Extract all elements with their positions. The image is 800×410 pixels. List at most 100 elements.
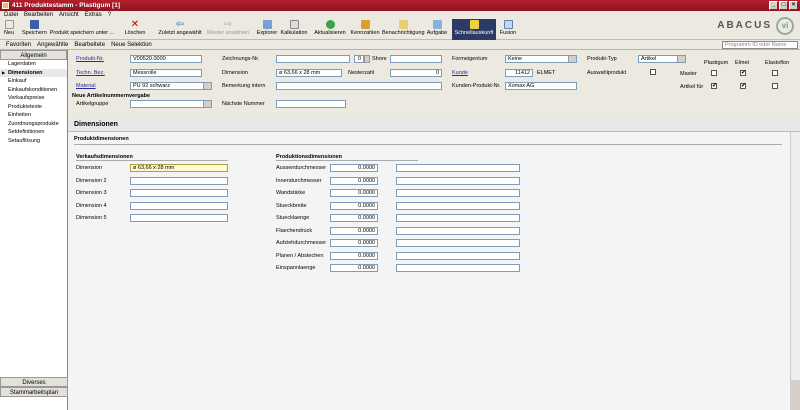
save-button[interactable]: Speichern — [22, 19, 47, 40]
sidebar-item[interactable]: Lagerdaten — [0, 60, 67, 69]
merge-button[interactable]: Fusion — [498, 19, 518, 40]
produktion-row-comment[interactable] — [396, 201, 520, 210]
new-button[interactable]: Neu — [2, 19, 16, 40]
produktion-row-value[interactable]: 0.0000 — [330, 226, 378, 235]
matrix-checkbox[interactable] — [711, 70, 717, 76]
dimension-field[interactable]: ø 63,66 x 28 mm — [276, 69, 342, 77]
matrix-checkbox[interactable]: ✔ — [740, 70, 746, 76]
sidebar-item[interactable]: Zuordnungsprodukte — [0, 120, 67, 129]
produktdimensionen-heading: Produktdimensionen — [74, 136, 782, 145]
matrix-checkbox[interactable] — [772, 70, 778, 76]
produkt-nr-field[interactable]: V00520.0000 — [130, 55, 202, 63]
kpi-button[interactable]: Kennzahlen — [350, 19, 380, 40]
save-as-button[interactable]: Produkt speichern unter ... — [48, 19, 116, 40]
produkt-nr-label[interactable]: Produkt-Nr. — [76, 56, 104, 62]
matrix-checkbox[interactable]: ✔ — [740, 83, 746, 89]
produktion-row-value[interactable]: 0.0000 — [330, 214, 378, 222]
matrix-checkbox[interactable]: ✔ — [711, 83, 717, 89]
produktion-row-comment[interactable] — [396, 164, 520, 172]
produktion-row-value[interactable]: 0.0000 — [330, 239, 378, 247]
task-button[interactable]: Aufgabe — [426, 19, 448, 40]
verkauf-row-field[interactable]: ø 63,66 x 28 mm — [130, 164, 228, 172]
favorites-menu[interactable]: Favoriten — [6, 42, 31, 48]
bemerkung-field[interactable] — [276, 82, 442, 90]
kunde-nr-field[interactable]: 11412 — [505, 69, 533, 77]
explorer-button[interactable]: Explorer — [256, 19, 278, 40]
new-selection-menu[interactable]: Neue Selektion — [111, 42, 152, 48]
menu-extras[interactable]: Extras — [85, 12, 102, 18]
menu-datei[interactable]: Datei — [4, 12, 18, 18]
notification-button[interactable]: Benachrichtigung — [382, 19, 425, 40]
shore-label: Shore — [372, 56, 387, 62]
produktion-row-comment[interactable] — [396, 189, 520, 197]
close-button[interactable]: × — [789, 1, 798, 10]
reselect-button[interactable]: ⇨ Wieder anwählen — [206, 19, 250, 40]
app-icon — [2, 2, 9, 9]
program-search-input[interactable]: Programm ID oder Name — [722, 41, 798, 49]
produktion-row-value[interactable]: 0.0000 — [330, 201, 378, 210]
produktion-row-comment[interactable] — [396, 251, 520, 260]
verkauf-row-field[interactable] — [130, 189, 228, 197]
shore-field[interactable] — [390, 55, 442, 63]
verkauf-row-field[interactable] — [130, 176, 228, 185]
kunde-label[interactable]: Kunde — [452, 70, 468, 76]
menu-help[interactable]: ? — [108, 12, 111, 18]
quick-info-button[interactable]: Schnellauskunft — [452, 19, 496, 40]
zeichnungs-index-spinner[interactable] — [364, 55, 370, 63]
sidebar-item[interactable]: Einkauf — [0, 77, 67, 86]
sidebar-item[interactable]: Einheiten — [0, 111, 67, 120]
produktion-row-value[interactable]: 0.0000 — [330, 176, 378, 185]
naechste-nummer-field[interactable] — [276, 100, 346, 108]
menu-ansicht[interactable]: Ansicht — [59, 12, 79, 18]
last-selected-button[interactable]: ⇦ Zuletzt angewählt — [158, 19, 202, 40]
verkauf-row-field[interactable] — [130, 201, 228, 210]
produktion-row-comment[interactable] — [396, 214, 520, 222]
formeigentum-dropdown[interactable]: Keine — [505, 55, 577, 63]
techn-bez-label[interactable]: Techn. Bez. — [76, 70, 105, 76]
produktion-row-comment[interactable] — [396, 239, 520, 247]
vertical-scrollbar[interactable] — [790, 132, 800, 380]
edited-menu[interactable]: Bearbeitete — [74, 42, 105, 48]
selected-menu[interactable]: Angewählte — [37, 42, 68, 48]
sidebar-item[interactable]: Setdefinitionen — [0, 128, 67, 137]
nesterzahl-field[interactable]: 0 — [390, 69, 442, 77]
matrix-checkbox[interactable] — [772, 83, 778, 89]
refresh-icon — [325, 20, 335, 29]
zeichnungs-nr-field[interactable] — [276, 55, 350, 63]
minimize-button[interactable]: _ — [769, 1, 778, 10]
notification-icon — [398, 20, 408, 29]
techn-bez-field[interactable]: Messrolle — [130, 69, 202, 77]
produkt-typ-dropdown[interactable]: Artikel — [638, 55, 686, 63]
artikelgruppe-dropdown[interactable] — [130, 100, 212, 108]
tab-allgemein[interactable]: Allgemein — [0, 50, 67, 60]
sidebar-item[interactable]: Produktetexte — [0, 103, 67, 112]
refresh-button[interactable]: Aktualisieren — [312, 19, 348, 40]
explorer-icon — [262, 20, 272, 29]
sidebar-item[interactable]: Setauflösung — [0, 137, 67, 146]
menu-bearbeiten[interactable]: Bearbeiten — [24, 12, 53, 18]
auswahlprodukt-checkbox[interactable] — [650, 69, 656, 75]
zeichnungs-index-field[interactable]: 0 — [354, 55, 364, 63]
tab-diverses[interactable]: Diverses — [0, 377, 68, 387]
produktion-row-comment[interactable] — [396, 176, 520, 185]
sidebar-item[interactable]: Dimensionen — [0, 68, 67, 77]
produktion-row-value[interactable]: 0.0000 — [330, 251, 378, 260]
verkauf-row-field[interactable] — [130, 214, 228, 222]
tab-stammarbeitsplan[interactable]: Stammarbeitsplan — [0, 387, 68, 397]
material-label[interactable]: Material — [76, 83, 96, 89]
material-dropdown[interactable]: PU 92 schwarz — [130, 82, 212, 90]
produktion-row-comment[interactable] — [396, 264, 520, 272]
produktion-row-label: Stueckbreite — [276, 202, 307, 209]
delete-button[interactable]: ✕ Löschen — [124, 19, 146, 40]
sidebar-item[interactable]: Einkaufskonditionen — [0, 86, 67, 95]
sidebar-item[interactable]: Verkaufspreise — [0, 94, 67, 103]
produktion-row-value[interactable]: 0.0000 — [330, 164, 378, 172]
produktion-row-value[interactable]: 0.0000 — [330, 189, 378, 197]
calculation-button[interactable]: Kalkulation — [280, 19, 308, 40]
produktion-row-value[interactable]: 0.0000 — [330, 264, 378, 272]
kunden-produkt-field[interactable]: Xomax AG — [505, 82, 577, 90]
maximize-button[interactable]: □ — [779, 1, 788, 10]
produktion-row-label: Wandstärke — [276, 190, 306, 196]
kunde-name: ELMET — [537, 70, 556, 76]
produktion-row-comment[interactable] — [396, 226, 520, 235]
